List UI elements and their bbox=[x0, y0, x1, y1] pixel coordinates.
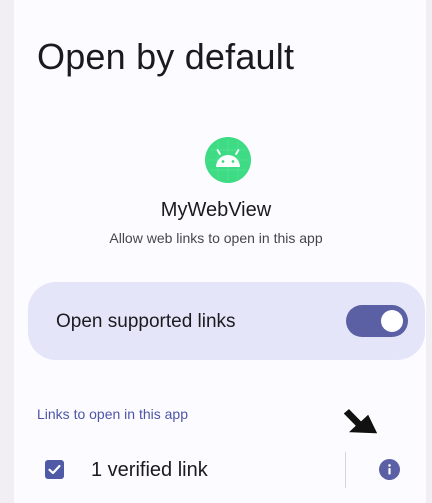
right-edge bbox=[426, 0, 432, 503]
left-edge bbox=[0, 0, 14, 503]
verified-link-label: 1 verified link bbox=[91, 459, 208, 481]
android-app-icon bbox=[204, 136, 252, 184]
info-icon[interactable] bbox=[379, 459, 400, 480]
open-supported-links-label: Open supported links bbox=[56, 311, 236, 332]
app-name: MyWebView bbox=[160, 199, 272, 221]
app-description: Allow web links to open in this app bbox=[109, 230, 323, 246]
row-divider bbox=[345, 452, 346, 488]
switch-thumb bbox=[381, 310, 403, 332]
checkmark-icon bbox=[48, 464, 61, 475]
verified-link-checkbox[interactable] bbox=[45, 460, 64, 479]
open-by-default-screen: Open by default MyWebView Allow web link… bbox=[0, 0, 432, 503]
open-supported-links-switch[interactable] bbox=[346, 305, 408, 337]
verified-link-row[interactable]: 1 verified link bbox=[14, 440, 426, 500]
page-title: Open by default bbox=[37, 36, 295, 77]
open-supported-links-card[interactable]: Open supported links bbox=[28, 282, 425, 360]
links-section-header: Links to open in this app bbox=[37, 406, 188, 422]
